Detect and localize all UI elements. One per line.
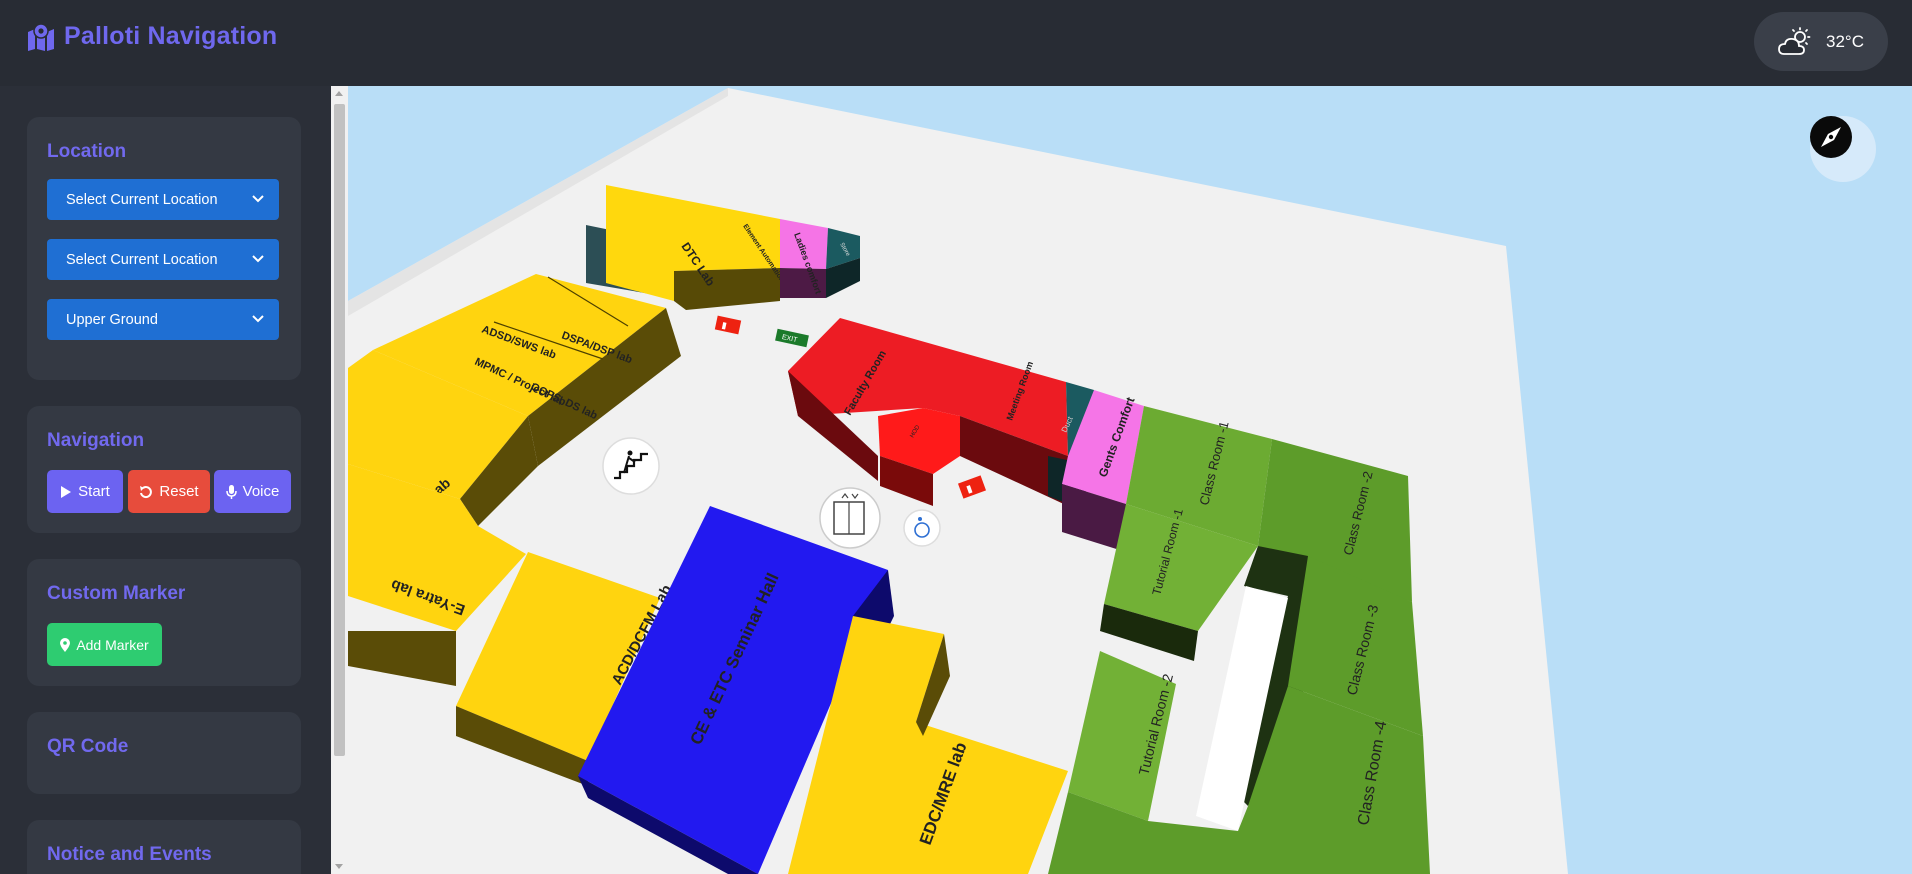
- floor-map-viewport[interactable]: DTC Lab Element Automation Lab Ladies co…: [348, 86, 1912, 874]
- room-ladies-comfort[interactable]: Ladies comfort: [780, 219, 828, 298]
- undo-icon: [140, 485, 153, 498]
- accessibility-icon[interactable]: [903, 509, 941, 547]
- weather-temperature: 32°C: [1826, 31, 1864, 51]
- scroll-up-arrow[interactable]: [335, 91, 343, 96]
- compass-icon: [1810, 116, 1852, 158]
- destination-select[interactable]: Select Current Location: [47, 239, 279, 280]
- app-header: Palloti Navigation 32°C: [0, 0, 1912, 86]
- custom-marker-title: Custom Marker: [47, 583, 186, 604]
- qr-code-title: QR Code: [47, 736, 129, 757]
- cloud-sun-icon: [1778, 26, 1811, 55]
- chevron-down-icon: [252, 195, 264, 203]
- start-label: Start: [78, 483, 110, 500]
- custom-marker-card: Custom Marker Add Marker: [27, 559, 301, 686]
- brand[interactable]: Palloti Navigation: [26, 22, 277, 51]
- floor-value: Upper Ground: [66, 311, 158, 328]
- floor-plan-3d[interactable]: DTC Lab Element Automation Lab Ladies co…: [348, 86, 1912, 874]
- add-marker-label: Add Marker: [76, 636, 149, 653]
- app-title: Palloti Navigation: [64, 22, 278, 50]
- location-card: Location Select Current Location Select …: [27, 117, 301, 380]
- chevron-down-icon: [252, 315, 264, 323]
- current-location-select[interactable]: Select Current Location: [47, 179, 279, 220]
- scroll-thumb[interactable]: [334, 104, 345, 756]
- destination-value: Select Current Location: [66, 251, 218, 268]
- stairs-icon[interactable]: [602, 437, 660, 495]
- sidebar: Location Select Current Location Select …: [0, 86, 331, 874]
- notice-card: Notice and Events: [27, 820, 301, 874]
- compass-button[interactable]: [1810, 116, 1876, 182]
- qr-code-card: QR Code: [27, 712, 301, 794]
- reset-button[interactable]: Reset: [128, 470, 210, 513]
- sidebar-scrollbar[interactable]: [331, 86, 348, 874]
- floor-select[interactable]: Upper Ground: [47, 299, 279, 340]
- current-location-value: Select Current Location: [66, 191, 218, 208]
- map-pin-icon: [60, 637, 71, 652]
- microphone-icon: [225, 484, 237, 499]
- play-icon: [61, 485, 72, 498]
- navigation-card: Navigation Start Reset Voice: [27, 406, 301, 533]
- voice-label: Voice: [242, 483, 280, 500]
- start-button[interactable]: Start: [47, 470, 123, 513]
- location-title: Location: [47, 141, 127, 162]
- map-location-icon: [28, 22, 54, 51]
- reset-label: Reset: [159, 483, 199, 500]
- voice-button[interactable]: Voice: [214, 470, 291, 513]
- chevron-down-icon: [252, 255, 264, 263]
- scroll-down-arrow[interactable]: [335, 864, 343, 869]
- navigation-title: Navigation: [47, 430, 145, 451]
- weather-widget: 32°C: [1754, 12, 1888, 71]
- notice-title: Notice and Events: [47, 844, 212, 865]
- add-marker-button[interactable]: Add Marker: [47, 623, 162, 666]
- elevator-icon[interactable]: [819, 487, 881, 549]
